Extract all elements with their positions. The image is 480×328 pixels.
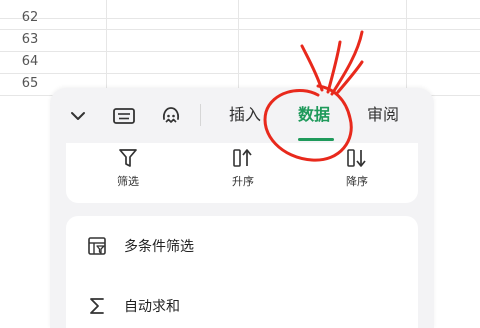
sort-ascending-label: 升序: [232, 175, 254, 188]
row-number: 62: [21, 10, 39, 25]
tab-data[interactable]: 数据: [298, 104, 330, 126]
sort-ascending-button[interactable]: 升序: [208, 143, 278, 189]
table-row[interactable]: 64: [0, 51, 480, 74]
filter-icon: [93, 143, 163, 169]
tab-review[interactable]: 审阅: [367, 104, 399, 126]
menu-item-autosum[interactable]: 自动求和: [66, 284, 418, 328]
bottom-toolbar-panel: 插入 数据 审阅 筛选 升序 降序 多条件筛选 自动求和: [50, 88, 434, 328]
menu-item-label: 多条件筛选: [124, 239, 194, 255]
column-divider: [406, 0, 407, 95]
table-row[interactable]: 62: [0, 7, 480, 30]
row-number: 64: [21, 54, 39, 69]
menu-item-label: 自动求和: [124, 299, 180, 315]
ribbon-toolbar: 插入 数据 审阅: [50, 88, 434, 143]
sort-ascending-icon: [208, 143, 278, 169]
row-number: 63: [21, 32, 39, 47]
chevron-down-icon[interactable]: [64, 102, 92, 130]
filter-label: 筛选: [117, 175, 139, 188]
sigma-icon: [84, 293, 110, 319]
filter-button[interactable]: 筛选: [93, 143, 163, 189]
column-divider: [106, 0, 107, 95]
keyboard-icon[interactable]: [110, 102, 138, 130]
spreadsheet-area[interactable]: 62 63 64 65: [0, 0, 480, 96]
menu-item-multi-filter[interactable]: 多条件筛选: [66, 224, 418, 268]
table-row[interactable]: 63: [0, 29, 480, 52]
tab-insert[interactable]: 插入: [229, 104, 261, 126]
column-divider: [238, 0, 239, 95]
active-tab-indicator: [298, 138, 334, 141]
data-menu-card: 多条件筛选 自动求和: [66, 216, 418, 328]
sort-descending-button[interactable]: 降序: [322, 143, 392, 189]
quick-tools-card: 筛选 升序 降序: [66, 143, 418, 203]
ai-assistant-icon[interactable]: [157, 102, 185, 130]
sort-descending-label: 降序: [346, 175, 368, 188]
multi-filter-icon: [84, 233, 110, 259]
sort-descending-icon: [322, 143, 392, 169]
toolbar-separator: [200, 104, 201, 126]
